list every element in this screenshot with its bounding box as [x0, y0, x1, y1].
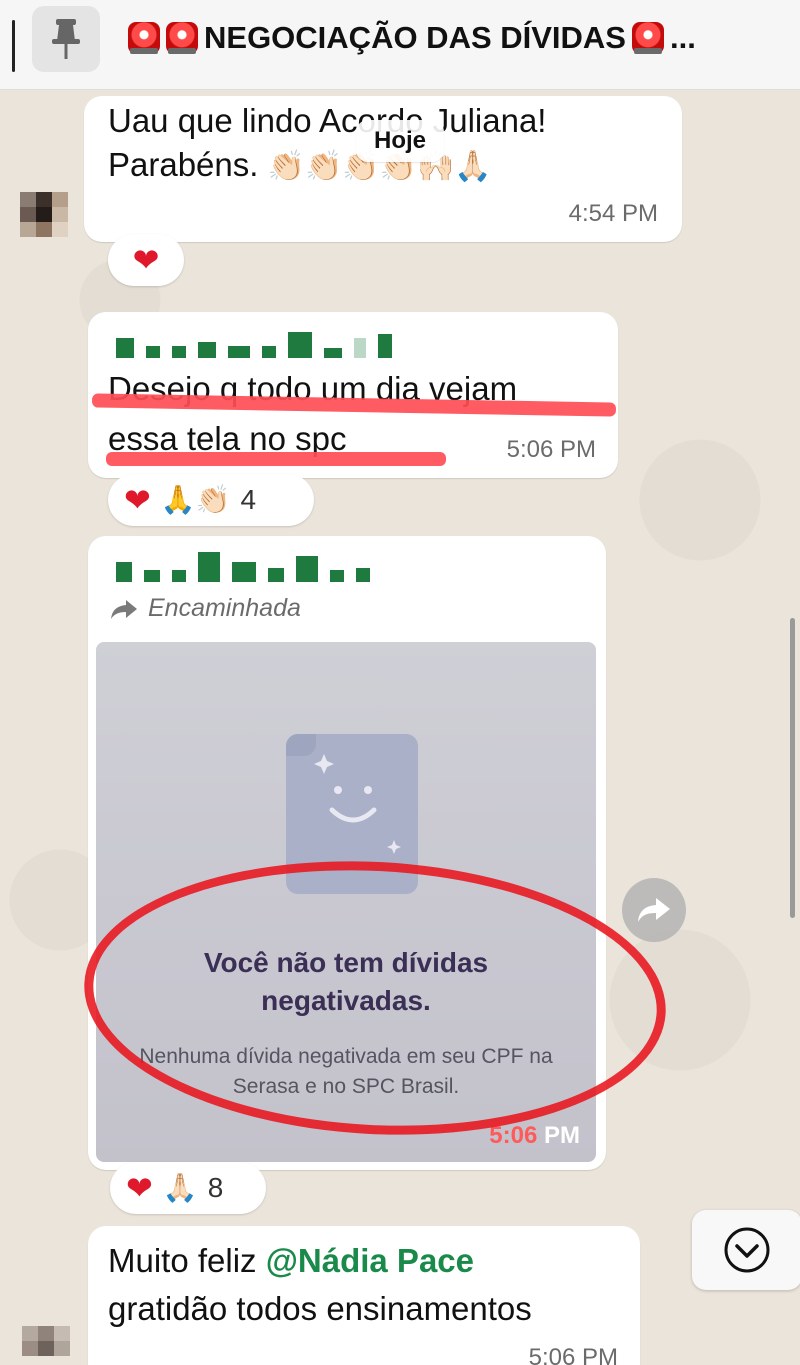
message-reactions[interactable]: ❤ 🙏🏻 8: [110, 1162, 266, 1214]
group-title[interactable]: NEGOCIAÇÃO DAS DÍVIDAS ...: [128, 20, 768, 56]
message-time: 5:06 PM: [528, 1344, 618, 1365]
heart-reaction: ❤: [126, 1170, 153, 1206]
mention[interactable]: @Nádia Pace: [266, 1242, 474, 1279]
siren-icon: [128, 22, 160, 54]
red-highlight-underline: [106, 452, 446, 466]
message-text: Muito feliz @Nádia Pace: [108, 1238, 474, 1284]
message-bubble[interactable]: Muito feliz @Nádia Pace gratidão todos e…: [88, 1226, 640, 1365]
image-time: 5:06 PM: [489, 1122, 580, 1149]
share-button[interactable]: [622, 878, 686, 942]
message-bubble[interactable]: Uau que lindo Acordo Juliana! Parabéns. …: [84, 96, 682, 242]
title-ellipsis: ...: [669, 20, 696, 55]
document-curl: [286, 734, 316, 756]
siren-icon: [631, 22, 664, 54]
group-title-text: NEGOCIAÇÃO DAS DÍVIDAS: [204, 20, 626, 55]
message-time: 4:54 PM: [568, 200, 658, 227]
scrollbar[interactable]: [790, 618, 795, 918]
chevron-down-icon: [724, 1227, 770, 1273]
pin-button[interactable]: [32, 6, 100, 72]
chat-header: NEGOCIAÇÃO DAS DÍVIDAS ...: [0, 0, 800, 90]
sender-name-redacted: [116, 328, 392, 358]
message-text: Uau que lindo Acordo Juliana!: [108, 102, 547, 139]
avatar[interactable]: [22, 1326, 70, 1365]
message-text-line: Parabéns.: [108, 146, 259, 183]
scroll-to-bottom-button[interactable]: [692, 1210, 800, 1290]
message-reactions[interactable]: ❤ 🙏👏🏻 4: [108, 474, 314, 526]
reaction-count: 8: [207, 1172, 224, 1203]
heart-reaction: ❤: [124, 482, 151, 518]
pin-icon: [52, 19, 80, 59]
share-icon: [638, 898, 670, 922]
reaction-emojis: 🙏👏🏻: [160, 484, 231, 515]
reaction-count: 4: [240, 484, 257, 515]
message-reactions[interactable]: ❤: [108, 234, 184, 286]
reaction-emojis: 🙏🏻: [162, 1172, 198, 1203]
message-time: 5:06 PM: [506, 436, 596, 463]
forwarded-text: Encaminhada: [148, 594, 301, 622]
forwarded-label: Encaminhada: [110, 594, 301, 623]
message-text: gratidão todos ensinamentos: [108, 1290, 532, 1327]
heart-reaction: ❤: [132, 242, 160, 278]
sender-name-redacted: [116, 550, 370, 582]
message-text-prefix: Muito feliz: [108, 1242, 266, 1279]
header-edge: [12, 20, 15, 72]
forward-arrow-icon: [111, 599, 137, 619]
avatar[interactable]: [20, 192, 68, 237]
date-chip: Hoje: [356, 120, 444, 162]
siren-icon: [166, 22, 198, 54]
